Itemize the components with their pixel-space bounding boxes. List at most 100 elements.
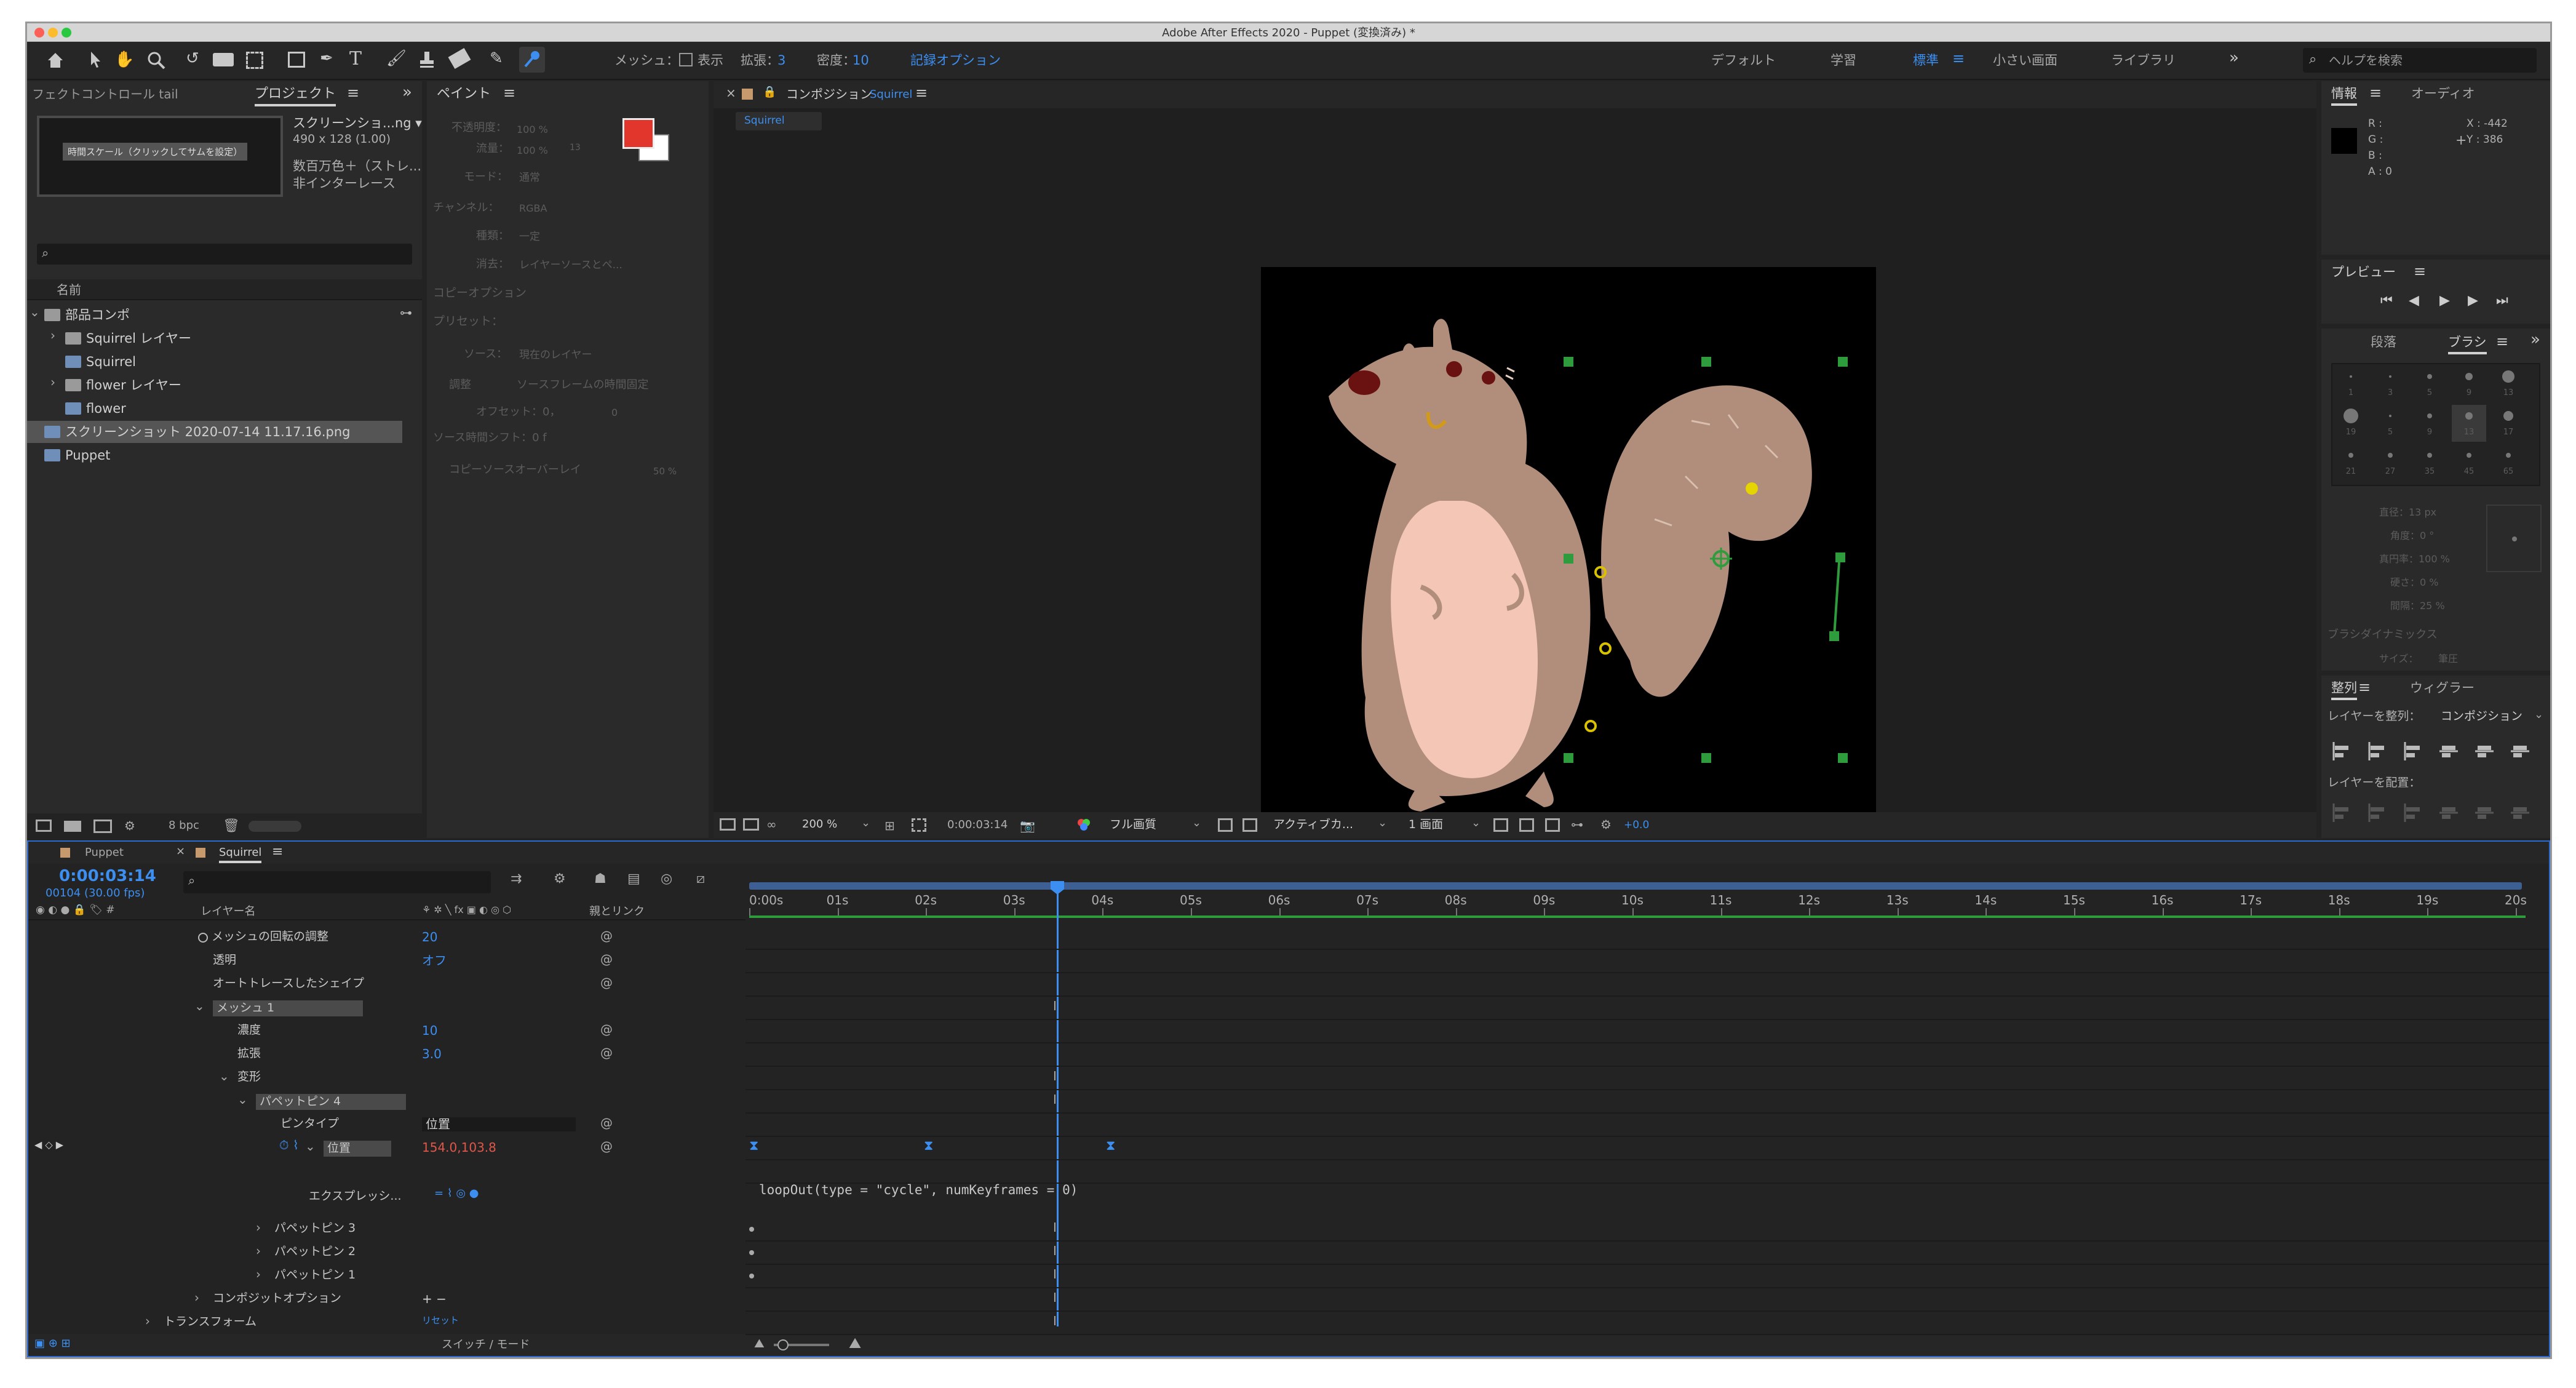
column-layer-name[interactable]: レイヤー名 [201,905,255,919]
brush-tip[interactable]: 13 [2452,405,2486,442]
comp-tab-label[interactable]: コンポジション [786,87,872,102]
work-area-bar[interactable] [749,882,2522,890]
layer-property-row[interactable]: ⌄ メッシュ 1 [28,997,748,1020]
tab-effect-controls[interactable]: フェクトコントロール tail [32,87,178,102]
property-value[interactable]: + − [422,1292,447,1306]
eraser-tool-icon[interactable] [448,47,471,70]
chevron-right-icon[interactable]: › [256,1267,261,1282]
keyframe-icon[interactable]: ⧗ [749,1138,758,1154]
chevron-right-icon[interactable]: › [145,1314,150,1328]
property-value[interactable]: 20 [422,930,437,944]
zoom-tool-icon[interactable] [146,50,166,70]
project-item[interactable]: スクリーンショット 2020-07-14 11.17.16.png [27,421,402,443]
first-frame-icon[interactable]: ⏮ [2380,293,2393,308]
bit-depth[interactable]: 8 bpc [169,819,199,832]
close-tab-icon[interactable]: × [176,845,185,858]
timeline-track[interactable] [745,1160,2549,1184]
keyframe-marker-icon[interactable]: I [1053,1267,1057,1282]
timeline-track[interactable]: I [745,1242,2549,1265]
hand-tool-icon[interactable]: ✋ [114,50,134,69]
tab-brush[interactable]: ブラシ [2448,335,2487,355]
timeline-track[interactable] [745,1020,2549,1043]
frame-blend-icon[interactable]: ▤ [627,871,640,887]
tab-project[interactable]: プロジェクト [255,86,336,107]
graph-editor-icon[interactable]: ⧄ [696,871,705,887]
fast-preview-icon[interactable] [1519,818,1534,832]
panel-menu-icon[interactable]: ≡ [915,84,928,102]
timeline-track[interactable]: I [745,1067,2549,1090]
keyframe-marker-icon[interactable]: I [1053,1069,1057,1083]
panel-menu-icon[interactable]: ≡ [2496,333,2508,351]
channels-icon[interactable] [1076,817,1091,832]
bounding-handle[interactable] [1701,357,1711,367]
comp-breadcrumb[interactable]: Squirrel [744,114,785,127]
timeline-track[interactable] [745,973,2549,997]
chevron-right-icon[interactable]: › [256,1244,261,1258]
roi-icon[interactable] [912,818,926,832]
views-dropdown[interactable]: 1 画面 [1409,818,1443,832]
pick-whip-icon[interactable]: @ [600,1139,613,1154]
shy-icon[interactable]: ☗ [594,871,606,887]
brush-tip[interactable]: 13 [2491,365,2526,402]
chevron-right-icon[interactable]: › [194,1291,199,1305]
expression-controls-icon[interactable]: = ⌇ ◎ ● [434,1187,479,1200]
exposure-reset-icon[interactable]: ⚙ [1600,817,1612,832]
zoom-out-icon[interactable]: ⛰ [754,1336,765,1350]
stopwatch-icon[interactable]: ⏱ ⌇ [279,1138,299,1152]
workspace-library[interactable]: ライブラリ [2111,53,2176,68]
align-button[interactable] [2367,741,2388,762]
density-value[interactable]: 10 [853,53,869,68]
timeline-track[interactable]: I [745,997,2549,1020]
brush-tip[interactable]: 21 [2334,444,2368,481]
align-button[interactable] [2331,741,2352,762]
distribute-button[interactable] [2438,802,2459,823]
timeline-track[interactable]: ⧗ ⧗ ⧗ [745,1137,2549,1160]
distribute-button[interactable] [2331,802,2352,823]
project-item[interactable]: ⌄ 部品コンポ [27,304,402,326]
property-value[interactable]: 3.0 [422,1047,442,1061]
layer-property-row[interactable]: 拡張 3.0 @ [28,1043,748,1067]
workspace-overflow-icon[interactable]: » [2229,49,2239,68]
timeline-icon[interactable] [1545,818,1560,832]
brush-tip[interactable]: 5 [2412,365,2447,402]
property-value[interactable]: オフ [422,954,447,968]
comp-tab-name[interactable]: Squirrel [870,88,912,102]
layer-property-row[interactable]: ⌄ 変形 [28,1067,748,1090]
bounding-handle[interactable] [1838,357,1848,367]
new-comp-icon[interactable] [93,820,112,833]
motion-path-handle[interactable] [1829,631,1839,641]
distribute-button[interactable] [2367,802,2388,823]
always-preview-icon[interactable] [720,818,736,831]
project-item[interactable]: Puppet [27,444,402,466]
current-time[interactable]: 0:00:03:14 [947,818,1008,832]
layer-property-row[interactable]: オートトレースしたシェイプ @ [28,973,748,997]
zoom-dropdown[interactable]: 200 % [802,818,837,831]
new-folder-icon[interactable] [64,821,81,832]
camera-dropdown[interactable]: アクティブカ... [1273,818,1353,832]
panel-overflow-icon[interactable]: » [402,83,412,102]
trash-icon[interactable]: 🗑 [223,818,240,834]
panel-menu-icon[interactable]: ≡ [2414,263,2426,281]
panel-menu-icon[interactable]: ≡ [272,844,283,860]
pick-whip-icon[interactable]: @ [600,929,613,943]
expression-text[interactable]: loopOut(type = "cycle", numKeyframes = 0… [759,1183,1078,1197]
layer-property-row[interactable]: › パペットピン 1 [28,1265,748,1288]
toggle-switches-modes[interactable]: スイッチ / モード [442,1338,530,1352]
keyframe-icon[interactable]: ⧗ [1106,1138,1115,1154]
timeline-current-time[interactable]: 0:00:03:14 [59,867,156,886]
timeline-track[interactable]: I [745,1090,2549,1114]
layer-property-row[interactable]: ⌄ パペットピン 4 [28,1090,748,1114]
play-icon[interactable]: ▶ [2439,293,2450,308]
workspace-small-screen[interactable]: 小さい画面 [1993,53,2057,68]
close-tab-icon[interactable]: × [726,86,736,100]
resolution-dropdown[interactable]: フル画質 [1110,818,1156,832]
panel-menu-icon[interactable]: ≡ [503,84,515,102]
layer-property-row[interactable]: メッシュの回転の調整 20 @ [28,927,748,950]
time-ruler[interactable]: 0:00s 01s 02s 03s 04s 05s 06s 07s 08s 09s 10s 11s 12… [745,879,2549,919]
layer-property-row[interactable]: › トランスフォーム リセット [28,1312,748,1335]
chevron-down-icon[interactable]: ⌄ [219,1069,229,1083]
brush-tip[interactable]: 9 [2412,405,2447,442]
align-button[interactable] [2474,741,2495,762]
expand-value[interactable]: 3 [777,53,785,68]
exposure-value[interactable]: +0.0 [1624,819,1649,832]
